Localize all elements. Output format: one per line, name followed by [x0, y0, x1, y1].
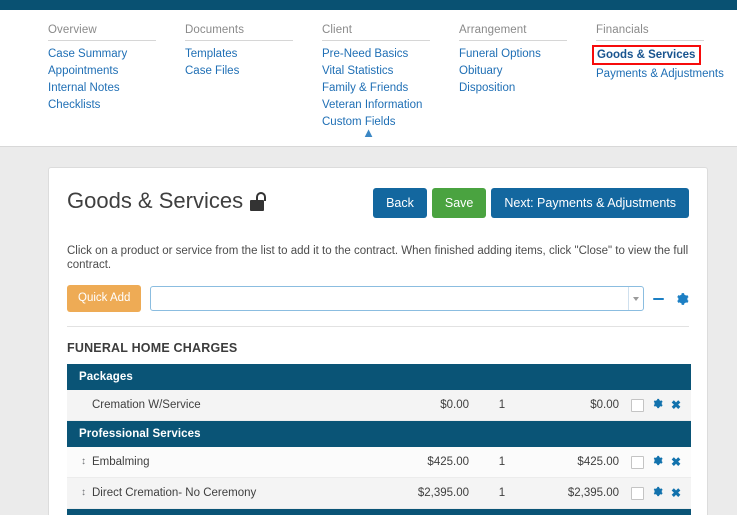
- nav-column-documents: Documents Templates Case Files: [185, 24, 322, 131]
- nav-link-vital-statistics[interactable]: Vital Statistics: [322, 63, 459, 80]
- chevron-down-icon[interactable]: [628, 287, 643, 310]
- nav-column-title: Overview: [48, 24, 156, 41]
- nav-link-templates[interactable]: Templates: [185, 46, 322, 63]
- group-header-row: Professional Services: [67, 420, 692, 447]
- group-header-label: Packages: [67, 364, 692, 390]
- divider: [67, 326, 689, 327]
- nav-link-internal-notes[interactable]: Internal Notes: [48, 80, 185, 97]
- drag-handle-icon[interactable]: ↕: [79, 456, 88, 467]
- table-row[interactable]: Cremation W/Service $0.00 1 $0.00 ✖: [67, 390, 692, 421]
- gear-icon[interactable]: [675, 292, 689, 306]
- row-checkbox[interactable]: [630, 486, 644, 500]
- item-quantity: 1: [477, 477, 527, 509]
- nav-link-obituary[interactable]: Obituary: [459, 63, 596, 80]
- item-name-cell: ↕ Direct Cremation- No Ceremony: [67, 477, 397, 509]
- nav-columns: Overview Case Summary Appointments Internal…: [0, 10, 737, 131]
- group-header-label: Professional Services: [67, 420, 692, 447]
- product-search-select[interactable]: [150, 286, 644, 311]
- nav-column-client: Client Pre-Need Basics Vital Statistics Fam…: [322, 24, 459, 131]
- nav-link-case-files[interactable]: Case Files: [185, 63, 322, 80]
- item-actions-cell: ✖: [627, 390, 692, 421]
- nav-link-disposition[interactable]: Disposition: [459, 80, 596, 97]
- quick-add-button[interactable]: Quick Add: [67, 285, 142, 312]
- page-title-text: Goods & Services: [67, 188, 244, 213]
- item-actions-cell: ✖: [627, 447, 692, 478]
- nav-link-goods-services[interactable]: Goods & Services: [592, 45, 702, 65]
- nav-column-title: Documents: [185, 24, 293, 41]
- item-quantity: 1: [477, 390, 527, 421]
- item-quantity: 1: [477, 447, 527, 478]
- nav-collapse-wrap: ▲: [0, 124, 737, 142]
- unlock-icon[interactable]: [250, 191, 267, 211]
- nav-link-case-summary[interactable]: Case Summary: [48, 46, 185, 63]
- page-title: Goods & Services: [67, 186, 267, 214]
- item-name: Cremation W/Service: [92, 399, 201, 411]
- add-item-row: Quick Add: [67, 285, 689, 312]
- gear-icon[interactable]: [652, 455, 663, 469]
- item-extended-price: $0.00: [527, 390, 627, 421]
- delete-icon[interactable]: ✖: [671, 487, 681, 499]
- next-payments-adjustments-button[interactable]: Next: Payments & Adjustments: [491, 188, 689, 218]
- save-button[interactable]: Save: [431, 188, 487, 218]
- item-actions-cell: ✖: [627, 477, 692, 509]
- table-row[interactable]: ↕ Direct Cremation- No Ceremony $2,395.00 1…: [67, 477, 692, 509]
- delete-icon[interactable]: ✖: [671, 399, 681, 411]
- charges-table: Packages Cremation W/Service $0.00 1 $0.00 ✖ P…: [67, 364, 692, 515]
- item-name: Direct Cremation- No Ceremony: [92, 487, 257, 499]
- table-row[interactable]: ↕ Embalming $425.00 1 $425.00 ✖: [67, 447, 692, 478]
- group-header-row: Facilities & Equipment: [67, 508, 692, 515]
- list-icon[interactable]: [653, 296, 666, 302]
- row-checkbox[interactable]: [630, 398, 644, 412]
- nav-column-title: Arrangement: [459, 24, 567, 41]
- nav-column-title: Financials: [596, 24, 704, 41]
- product-search-input[interactable]: [151, 287, 628, 310]
- page-body: Goods & Services Back Save Next: Payment…: [0, 147, 737, 515]
- nav-column-financials: Financials Goods & Services Payments & Adj…: [592, 24, 733, 131]
- nav-column-title: Client: [322, 24, 430, 41]
- instructions-text: Click on a product or service from the l…: [67, 245, 689, 271]
- nav-link-payments-adjustments[interactable]: Payments & Adjustments: [596, 66, 733, 83]
- delete-icon[interactable]: ✖: [671, 456, 681, 468]
- top-accent-bar: [0, 0, 737, 10]
- nav-link-pre-need-basics[interactable]: Pre-Need Basics: [322, 46, 459, 63]
- nav-link-family-friends[interactable]: Family & Friends: [322, 80, 459, 97]
- section-title: FUNERAL HOME CHARGES: [67, 341, 238, 355]
- goods-services-card: Goods & Services Back Save Next: Payment…: [48, 167, 708, 515]
- charges-table-body: Packages Cremation W/Service $0.00 1 $0.00 ✖ P…: [67, 364, 692, 515]
- item-extended-price: $425.00: [527, 447, 627, 478]
- group-header-row: Packages: [67, 364, 692, 390]
- nav-link-veteran-information[interactable]: Veteran Information: [322, 97, 459, 114]
- item-extended-price: $2,395.00: [527, 477, 627, 509]
- item-name-cell: Cremation W/Service: [67, 390, 397, 421]
- row-checkbox[interactable]: [630, 455, 644, 469]
- header-buttons: Back Save Next: Payments & Adjustments: [373, 186, 689, 218]
- item-name-cell: ↕ Embalming: [67, 447, 397, 478]
- card-header: Goods & Services Back Save Next: Payment…: [67, 186, 689, 218]
- item-price: $2,395.00: [397, 477, 477, 509]
- gear-icon[interactable]: [652, 398, 663, 412]
- nav-link-checklists[interactable]: Checklists: [48, 97, 185, 114]
- item-price: $425.00: [397, 447, 477, 478]
- nav-link-funeral-options[interactable]: Funeral Options: [459, 46, 596, 63]
- nav-column-overview: Overview Case Summary Appointments Internal…: [48, 24, 185, 131]
- item-name: Embalming: [92, 456, 150, 468]
- nav-link-appointments[interactable]: Appointments: [48, 63, 185, 80]
- nav-column-arrangement: Arrangement Funeral Options Obituary Dispos…: [459, 24, 596, 131]
- item-price: $0.00: [397, 390, 477, 421]
- gear-icon[interactable]: [652, 486, 663, 500]
- chevron-up-icon[interactable]: ▲: [362, 126, 375, 139]
- secondary-navigation-panel: Overview Case Summary Appointments Internal…: [0, 10, 737, 147]
- drag-handle-icon[interactable]: ↕: [79, 487, 88, 498]
- back-button[interactable]: Back: [373, 188, 427, 218]
- group-header-label: Facilities & Equipment: [67, 508, 692, 515]
